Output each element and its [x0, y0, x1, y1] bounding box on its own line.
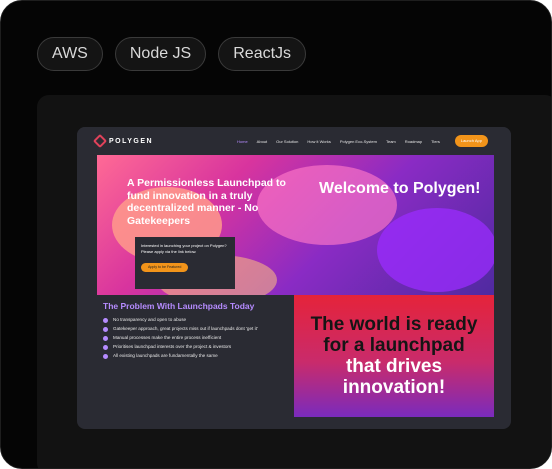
nav-about[interactable]: About	[257, 139, 267, 144]
problem-text: Prioritises launchpad interests over the…	[113, 344, 232, 349]
hero-tagline: A Permissionless Launchpad to fund innov…	[127, 177, 286, 227]
nav-our-solution[interactable]: Our Solution	[276, 139, 298, 144]
tech-tags: AWS Node JS ReactJs	[37, 37, 307, 71]
nav-roadmap[interactable]: Roadmap	[405, 139, 422, 144]
bullet-icon	[103, 345, 108, 350]
tag-reactjs[interactable]: ReactJs	[218, 37, 307, 71]
nav-team[interactable]: Team	[386, 139, 396, 144]
apply-box: Interested in launching your project on …	[135, 237, 235, 289]
nav-home[interactable]: Home	[237, 139, 248, 144]
hero-welcome: Welcome to Polygen!	[319, 180, 481, 197]
bullet-icon	[103, 327, 108, 332]
innovation-banner: The world is ready for a launchpad that …	[294, 295, 494, 417]
problem-text: All existing launchpads are fundamentall…	[113, 353, 218, 358]
problems-section: The Problem With Launchpads Today No tra…	[97, 295, 294, 417]
launch-app-button[interactable]: Launch App	[454, 135, 488, 147]
tag-aws[interactable]: AWS	[37, 37, 103, 71]
list-item: Gatekeeper approach, great projects miss…	[103, 326, 288, 332]
banner-white: that drives innovation!	[342, 356, 446, 398]
nav-how-it-works[interactable]: How it Works	[307, 139, 330, 144]
nav-eco-system[interactable]: Polygen Eco-System	[340, 139, 377, 144]
list-item: No transparency and open to abuse	[103, 317, 288, 323]
tag-nodejs[interactable]: Node JS	[114, 37, 207, 71]
website-screenshot[interactable]: POLYGEN Home About Our Solution How it W…	[77, 127, 511, 429]
polygen-logo-icon	[92, 133, 108, 149]
list-item: Prioritises launchpad interests over the…	[103, 344, 288, 350]
problem-text: Manual processes make the entire process…	[113, 335, 222, 340]
bullet-icon	[103, 336, 108, 341]
problem-text: No transparency and open to abuse	[113, 317, 187, 322]
hero-section: A Permissionless Launchpad to fund innov…	[97, 155, 494, 295]
nav-tiers[interactable]: Tiers	[431, 139, 440, 144]
site-logo[interactable]: POLYGEN	[92, 133, 154, 149]
bullet-icon	[103, 318, 108, 323]
problems-title: The Problem With Launchpads Today	[103, 301, 255, 311]
banner-text: The world is ready for a launchpad that …	[306, 314, 482, 398]
list-item: All existing launchpads are fundamentall…	[103, 353, 288, 359]
apply-button[interactable]: Apply to be Featured	[141, 263, 189, 272]
site-navbar: POLYGEN Home About Our Solution How it W…	[77, 127, 511, 155]
banner-dark: The world is ready for a launchpad	[310, 314, 478, 356]
project-card: AWS Node JS ReactJs POLYGEN Home About O…	[0, 0, 552, 469]
logo-text: POLYGEN	[109, 137, 154, 145]
apply-text: Interested in launching your project on …	[141, 243, 227, 254]
problem-text: Gatekeeper approach, great projects miss…	[113, 326, 258, 331]
list-item: Manual processes make the entire process…	[103, 335, 288, 341]
bullet-icon	[103, 354, 108, 359]
site-menu: Home About Our Solution How it Works Pol…	[237, 127, 440, 155]
